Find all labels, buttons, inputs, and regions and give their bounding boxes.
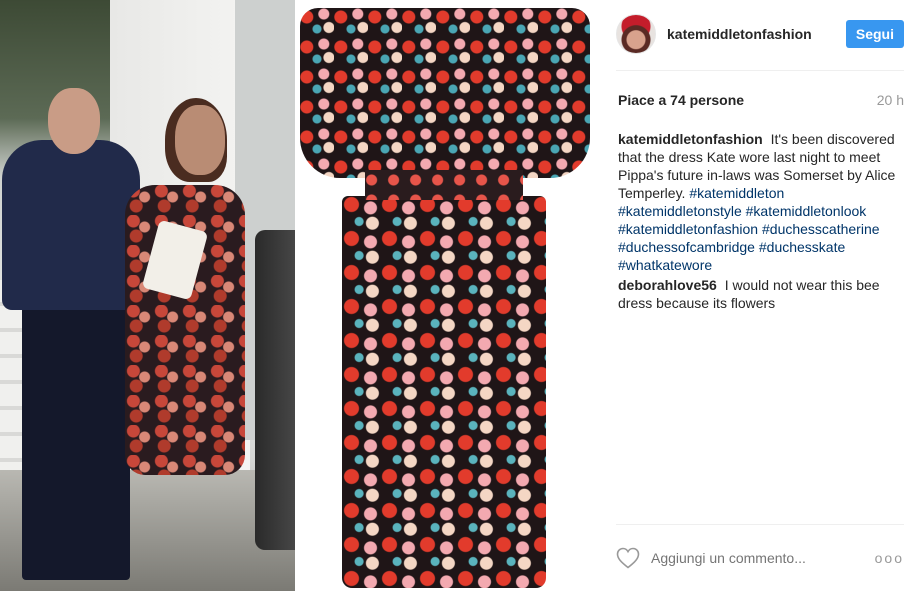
- man-figure: [2, 140, 140, 310]
- post-sidebar: katemiddletonfashion Segui Piace a 74 pe…: [600, 0, 905, 591]
- more-options-icon[interactable]: ooo: [875, 550, 904, 566]
- comment-item: katemiddletonfashion It's been discovere…: [618, 130, 904, 274]
- dress-skirt: [342, 196, 546, 588]
- hashtag-link[interactable]: #katemiddletonfashion: [618, 221, 758, 237]
- comment-username[interactable]: deborahlove56: [618, 277, 721, 293]
- comment-username[interactable]: katemiddletonfashion: [618, 131, 767, 147]
- dress-waist: [365, 170, 523, 200]
- post-photo[interactable]: [0, 0, 600, 591]
- post-header: katemiddletonfashion Segui: [616, 12, 904, 56]
- street-photo: [0, 0, 300, 591]
- divider: [616, 524, 904, 525]
- likes-count[interactable]: Piace a 74 persone: [618, 92, 744, 108]
- hashtag-link[interactable]: #duchesscatherine: [762, 221, 880, 237]
- hashtag-link[interactable]: #katemiddletonstyle: [618, 203, 742, 219]
- comment-composer: ooo: [616, 540, 904, 576]
- post-username[interactable]: katemiddletonfashion: [667, 26, 846, 42]
- hashtag-link[interactable]: #katemiddleton: [689, 185, 784, 201]
- follow-button[interactable]: Segui: [845, 20, 904, 48]
- comment-input[interactable]: [651, 550, 875, 566]
- comment-item: deborahlove56 I would not wear this bee …: [618, 276, 904, 312]
- likes-row: Piace a 74 persone 20 h: [618, 92, 904, 108]
- heart-icon[interactable]: [616, 547, 640, 569]
- comment-list: katemiddletonfashion It's been discovere…: [618, 130, 904, 314]
- car: [255, 230, 300, 550]
- divider: [616, 70, 904, 71]
- hashtag-link[interactable]: #duchessofcambridge: [618, 239, 755, 255]
- post-time[interactable]: 20 h: [877, 92, 904, 108]
- avatar[interactable]: [616, 14, 656, 54]
- hashtag-link[interactable]: #duchesskate: [759, 239, 845, 255]
- dress-bodice: [300, 8, 590, 178]
- hashtag-link[interactable]: #whatkatewore: [618, 257, 712, 273]
- hashtag-link[interactable]: #katemiddletonlook: [746, 203, 867, 219]
